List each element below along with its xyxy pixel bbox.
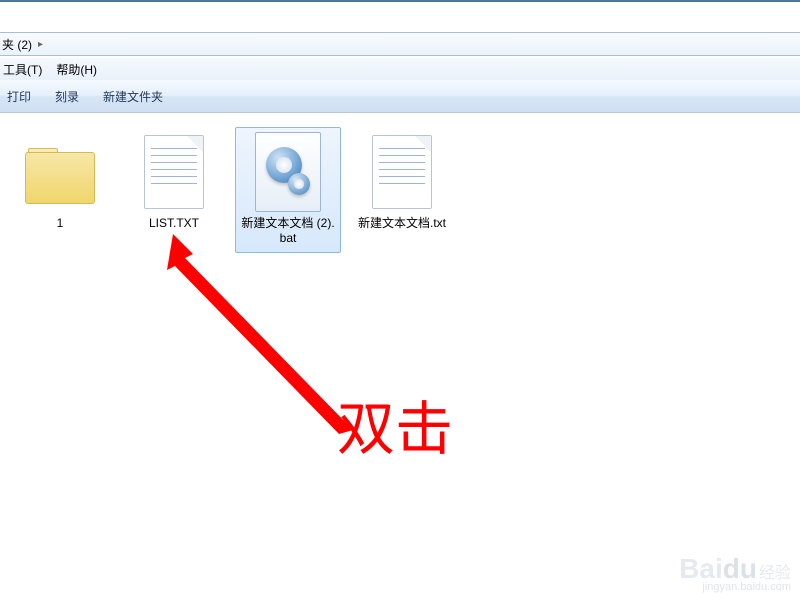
batch-file-icon: [248, 132, 328, 212]
file-label: 新建文本文档.txt: [354, 216, 450, 231]
menu-bar: 工具(T) 帮助(H): [0, 58, 800, 81]
file-item-txt[interactable]: LIST.TXT: [121, 127, 227, 238]
breadcrumb[interactable]: 夹 (2) ▸: [0, 32, 800, 56]
text-file-icon: [362, 132, 442, 212]
breadcrumb-text: 夹 (2): [2, 36, 32, 53]
text-file-icon: [134, 132, 214, 212]
toolbar: 打印 刻录 新建文件夹: [0, 80, 800, 113]
annotation-text: 双击: [337, 382, 453, 466]
file-label: 1: [12, 216, 108, 231]
file-label: LIST.TXT: [126, 216, 222, 231]
file-item-folder[interactable]: 1: [7, 127, 113, 238]
new-folder-button[interactable]: 新建文件夹: [103, 88, 163, 105]
chevron-right-icon[interactable]: ▸: [38, 39, 43, 50]
print-button[interactable]: 打印: [7, 88, 31, 105]
menu-tools[interactable]: 工具(T): [3, 61, 42, 78]
file-label: 新建文本文档 (2).bat: [240, 216, 336, 246]
explorer-window: 夹 (2) ▸ 工具(T) 帮助(H) 打印 刻录 新建文件夹 1: [0, 2, 800, 603]
burn-button[interactable]: 刻录: [55, 88, 79, 105]
file-item-bat[interactable]: 新建文本文档 (2).bat: [235, 127, 341, 253]
file-area[interactable]: 1 LIST.TXT: [0, 113, 800, 603]
menu-help[interactable]: 帮助(H): [56, 61, 97, 78]
file-item-txt[interactable]: 新建文本文档.txt: [349, 127, 455, 238]
folder-icon: [20, 132, 100, 212]
gear-icon: [288, 173, 310, 195]
watermark-brand: Bai: [679, 553, 723, 584]
watermark: Baidu经验 jingyan.baidu.com: [679, 553, 791, 593]
